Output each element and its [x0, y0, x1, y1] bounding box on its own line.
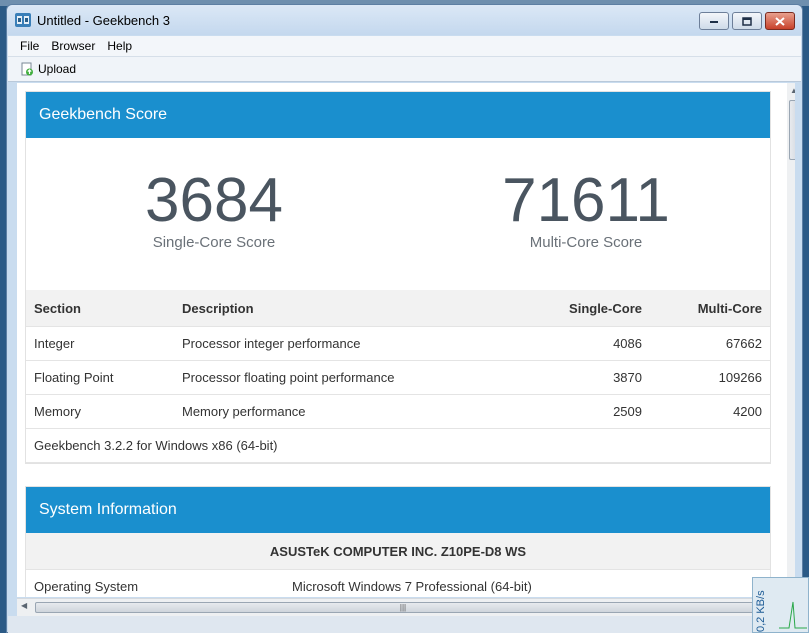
- geekbench-app-icon: [15, 13, 31, 27]
- toolbar: Upload: [8, 57, 801, 82]
- results-table-header: Section Description Single-Core Multi-Co…: [26, 290, 770, 327]
- network-monitor-widget: 0,2 KB/s: [752, 577, 809, 633]
- row-section: Integer: [26, 326, 174, 361]
- score-card-header: Geekbench Score: [26, 92, 770, 138]
- close-icon: [775, 16, 785, 26]
- multi-core-score-label: Multi-Core Score: [529, 234, 643, 251]
- status-bar: [8, 616, 801, 633]
- system-info-key: Operating System: [34, 579, 139, 594]
- system-info-row: Operating System Microsoft Windows 7 Pro…: [26, 570, 770, 597]
- geekbench-score-card: Geekbench Score 3684 Single-Core Score 7…: [25, 91, 771, 464]
- table-row: Memory Memory performance 2509 4200: [26, 394, 770, 429]
- row-description: Processor integer performance: [174, 326, 524, 361]
- single-core-score-value: 3684: [145, 166, 283, 235]
- horizontal-scrollbar[interactable]: ◀ ||| ▶: [17, 598, 795, 616]
- minimize-button[interactable]: [699, 12, 729, 30]
- col-single-core: Single-Core: [524, 290, 650, 327]
- maximize-icon: [742, 16, 752, 26]
- col-multi-core: Multi-Core: [650, 290, 770, 327]
- title-bar[interactable]: Untitled - Geekbench 3: [7, 5, 802, 35]
- table-row: Integer Processor integer performance 40…: [26, 326, 770, 361]
- row-single-core: 3870: [524, 360, 650, 395]
- close-button[interactable]: [765, 12, 795, 30]
- row-multi-core: 67662: [650, 326, 770, 361]
- app-window: Untitled - Geekbench 3 File Browser Help…: [6, 4, 803, 633]
- system-info-value: Microsoft Windows 7 Professional (64-bit…: [292, 579, 532, 594]
- card-spacer: [25, 464, 771, 486]
- menu-help[interactable]: Help: [101, 39, 138, 53]
- minimize-icon: [710, 21, 718, 23]
- network-rate: 0,2 KB/s: [755, 590, 767, 632]
- scores-panel: 3684 Single-Core Score 71611 Multi-Core …: [26, 138, 770, 290]
- system-info-card: System Information ASUSTeK COMPUTER INC.…: [25, 486, 771, 597]
- maximize-button[interactable]: [732, 12, 762, 30]
- upload-label: Upload: [38, 62, 77, 76]
- results-table: Section Description Single-Core Multi-Co…: [26, 290, 770, 463]
- multi-core-score: 71611 Multi-Core Score: [436, 166, 736, 251]
- upload-button[interactable]: Upload: [20, 62, 76, 76]
- menu-bar: File Browser Help: [8, 36, 801, 57]
- browser-viewport: Geekbench Score 3684 Single-Core Score 7…: [17, 83, 795, 597]
- menu-browser[interactable]: Browser: [45, 39, 101, 53]
- vertical-scrollbar[interactable]: ▲: [787, 83, 795, 597]
- scroll-left-icon[interactable]: ◀: [21, 601, 27, 610]
- row-multi-core: 109266: [650, 360, 770, 395]
- col-section: Section: [26, 290, 174, 327]
- scroll-up-icon[interactable]: ▲: [790, 86, 795, 95]
- version-row: Geekbench 3.2.2 for Windows x86 (64-bit): [26, 428, 770, 463]
- row-description: Processor floating point performance: [174, 360, 524, 395]
- menu-file[interactable]: File: [14, 39, 45, 53]
- system-model: ASUSTeK COMPUTER INC. Z10PE-D8 WS: [26, 533, 770, 570]
- row-multi-core: 4200: [650, 394, 770, 429]
- report-content: Geekbench Score 3684 Single-Core Score 7…: [25, 91, 771, 597]
- single-core-score-label: Single-Core Score: [152, 234, 276, 251]
- row-single-core: 2509: [524, 394, 650, 429]
- vertical-scroll-thumb[interactable]: [789, 100, 795, 160]
- col-description: Description: [174, 290, 524, 327]
- row-section: Floating Point: [26, 360, 174, 395]
- table-row: Floating Point Processor floating point …: [26, 360, 770, 395]
- system-card-header: System Information: [26, 487, 770, 533]
- horizontal-scroll-thumb[interactable]: |||: [35, 602, 771, 613]
- network-graph-icon: [779, 601, 807, 629]
- single-core-score: 3684 Single-Core Score: [64, 166, 364, 251]
- row-section: Memory: [26, 394, 174, 429]
- grip-icon: |||: [399, 603, 407, 612]
- row-single-core: 4086: [524, 326, 650, 361]
- row-description: Memory performance: [174, 394, 524, 429]
- multi-core-score-value: 71611: [502, 166, 670, 235]
- upload-icon: [21, 62, 33, 76]
- version-text: Geekbench 3.2.2 for Windows x86 (64-bit): [26, 428, 770, 463]
- window-title: Untitled - Geekbench 3: [37, 13, 170, 28]
